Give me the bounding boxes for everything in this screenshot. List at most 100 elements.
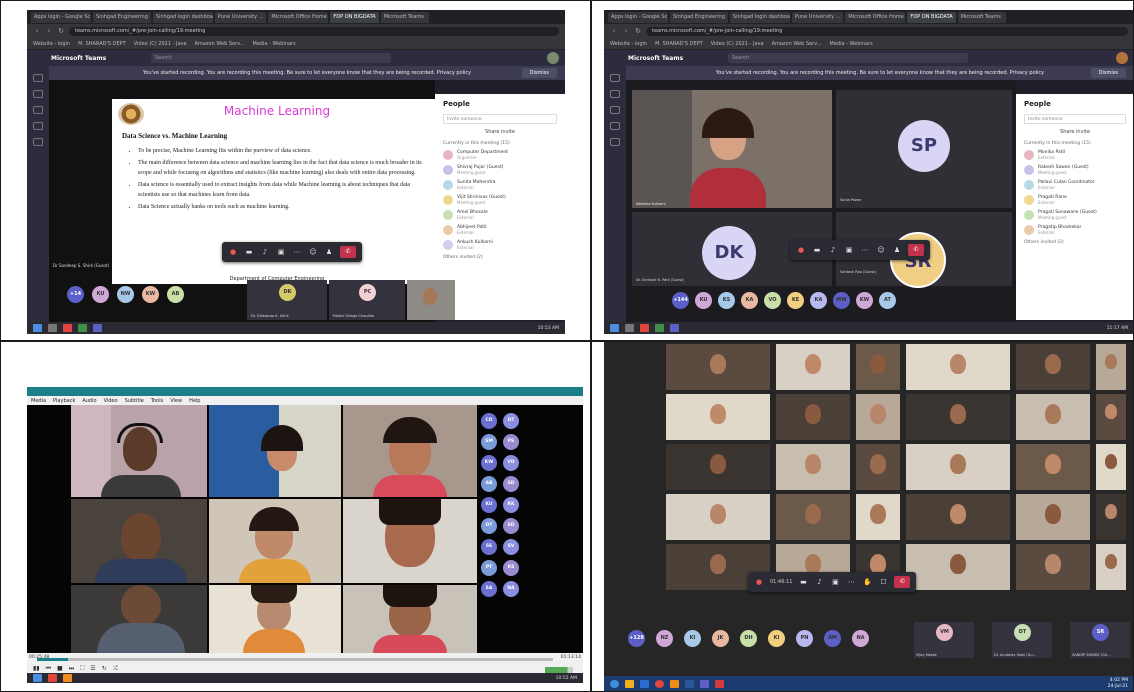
activity-icon[interactable] [33, 74, 43, 82]
participant-bubble[interactable]: JK [712, 630, 729, 647]
participant-row[interactable]: Rakesh Sawan (Guest) Meeting guest [1024, 165, 1126, 175]
more-icon[interactable]: ⋯ [292, 248, 302, 256]
participant-bubble[interactable]: AM [824, 630, 841, 647]
search-icon[interactable] [625, 324, 634, 332]
reactions-icon[interactable]: ☺ [876, 246, 886, 254]
bookmark-item[interactable]: Media - Webinars [830, 41, 873, 47]
participant-row[interactable]: Vijit Shrinivas (Guest) Meeting guest [443, 195, 557, 205]
participant-bubble[interactable]: KA [741, 292, 758, 309]
url-field[interactable]: teams.microsoft.com/_#/pre-join-calling/… [646, 26, 1128, 36]
shuffle-icon[interactable]: ⤮ [113, 665, 118, 673]
chat-icon[interactable] [610, 90, 620, 98]
forward-icon[interactable]: › [622, 27, 630, 35]
participant-row[interactable]: Pallavi Culan Coordinator External [1024, 180, 1126, 190]
participant-row[interactable]: Computer Department Organizer [443, 150, 557, 160]
camera-icon[interactable]: ▬ [812, 246, 822, 254]
browser-tab[interactable]: Microsoft Teams [957, 11, 1006, 23]
participant-bubble[interactable]: NA [852, 630, 869, 647]
record-icon[interactable]: ● [754, 578, 764, 586]
taskbar-app-icon[interactable] [78, 324, 87, 332]
share-invite-button[interactable]: Share invite [443, 129, 557, 135]
browser-tab[interactable]: Sinhgad Engineering [93, 11, 151, 23]
vlc-menu-item[interactable]: Audio [82, 398, 96, 404]
bookmark-item[interactable]: Amazon Web Serv... [772, 41, 822, 47]
vlc-seek-bar[interactable] [37, 658, 553, 661]
url-field[interactable]: teams.microsoft.com/_#/pre-join-calling/… [69, 26, 559, 36]
playlist-icon[interactable]: ☰ [90, 665, 95, 673]
activity-icon[interactable] [610, 74, 620, 82]
vlc-menu-item[interactable]: Media [31, 398, 46, 404]
taskbar-app-icon[interactable] [48, 674, 57, 682]
taskbar-app-icon[interactable] [640, 324, 649, 332]
invite-input[interactable]: Invite someone [1024, 114, 1126, 124]
taskbar-app-icon[interactable] [715, 680, 724, 688]
leave-button[interactable]: ✆ [908, 244, 924, 256]
avatar[interactable] [1116, 52, 1128, 64]
leave-button[interactable]: ✆ [340, 246, 356, 258]
taskbar-app-icon[interactable] [655, 324, 664, 332]
teams-icon[interactable] [93, 324, 102, 332]
share-screen-icon[interactable]: ▣ [830, 578, 840, 586]
fullscreen-icon[interactable]: ⛶ [80, 665, 84, 673]
bookmark-item[interactable]: Video (C) 2021 - Java [711, 41, 764, 47]
teams-icon[interactable] [610, 106, 620, 114]
vlc-menu-item[interactable]: Video [104, 398, 118, 404]
browser-tab[interactable]: Microsoft Teams [380, 11, 429, 23]
previous-icon[interactable]: ⏮ [46, 665, 51, 673]
bookmark-item[interactable]: Video (C) 2021 - Java [134, 41, 187, 47]
participant-bubble[interactable]: KI [684, 630, 701, 647]
bookmark-item[interactable]: Website - login [33, 41, 70, 47]
back-icon[interactable]: ‹ [610, 27, 618, 35]
more-icon[interactable]: ⋯ [860, 246, 870, 254]
next-icon[interactable]: ⏭ [69, 665, 74, 673]
participant-bubble[interactable]: KI [768, 630, 785, 647]
microphone-icon[interactable]: ♪ [814, 578, 824, 586]
file-explorer-icon[interactable] [625, 680, 634, 688]
back-icon[interactable]: ‹ [33, 27, 41, 35]
share-invite-button[interactable]: Share invite [1024, 129, 1126, 135]
participant-row[interactable]: Ankush Kulkarni External [443, 240, 557, 250]
bookmark-item[interactable]: M. SHARAD'S DEPT [655, 41, 703, 47]
participant-row[interactable]: Pragatip Bhadrekar External [1024, 225, 1126, 235]
reload-icon[interactable]: ↻ [57, 27, 65, 35]
browser-tab[interactable]: Pune University ... [791, 11, 844, 23]
vlc-menu-item[interactable]: Playback [53, 398, 75, 404]
vlc-menu-item[interactable]: Subtitle [125, 398, 144, 404]
vlc-menu-item[interactable]: Tools [151, 398, 163, 404]
participant-bubble[interactable]: AT [879, 292, 896, 309]
forward-icon[interactable]: › [45, 27, 53, 35]
avatar[interactable] [547, 52, 559, 64]
others-invited[interactable]: Others invited (2) [443, 255, 557, 260]
start-icon[interactable] [33, 674, 42, 682]
participant-bubble[interactable]: KA [810, 292, 827, 309]
bookmark-item[interactable]: Media - Webinars [253, 41, 296, 47]
participant-row[interactable]: Shivraj Pujar (Guest) Meeting guest [443, 165, 557, 175]
participant-bubble[interactable]: DH [740, 630, 757, 647]
participant-row[interactable]: Pragati Rane External [1024, 195, 1126, 205]
participant-bubble[interactable]: NZ [656, 630, 673, 647]
microphone-icon[interactable]: ♪ [260, 248, 270, 256]
chrome-icon[interactable] [655, 680, 664, 688]
participant-row[interactable]: Sunita Mahendra External [443, 180, 557, 190]
share-screen-icon[interactable]: ▣ [276, 248, 286, 256]
others-invited[interactable]: Others invited (2) [1024, 240, 1126, 245]
search-icon[interactable] [48, 324, 57, 332]
taskbar-app-icon[interactable] [63, 324, 72, 332]
calls-icon[interactable] [33, 138, 43, 146]
bookmark-item[interactable]: Website - login [610, 41, 647, 47]
calendar-icon[interactable] [610, 122, 620, 130]
teams-icon[interactable] [33, 106, 43, 114]
participant-row[interactable]: Monika Patil External [1024, 150, 1126, 160]
browser-tab[interactable]: Microsoft Office Home [845, 11, 906, 23]
vlc-menu-item[interactable]: Help [189, 398, 200, 404]
record-icon[interactable]: ● [796, 246, 806, 254]
search-input[interactable]: Search [151, 53, 391, 63]
stop-icon[interactable]: ■ [57, 665, 63, 673]
teams-icon[interactable] [670, 324, 679, 332]
participant-bubble[interactable]: VO [764, 292, 781, 309]
invite-input[interactable]: Invite someone [443, 114, 557, 124]
calls-icon[interactable] [610, 138, 620, 146]
participant-bubble[interactable]: +14 [67, 286, 84, 303]
record-icon[interactable]: ● [228, 248, 238, 256]
participant-row[interactable]: Amol Bhosale External [443, 210, 557, 220]
